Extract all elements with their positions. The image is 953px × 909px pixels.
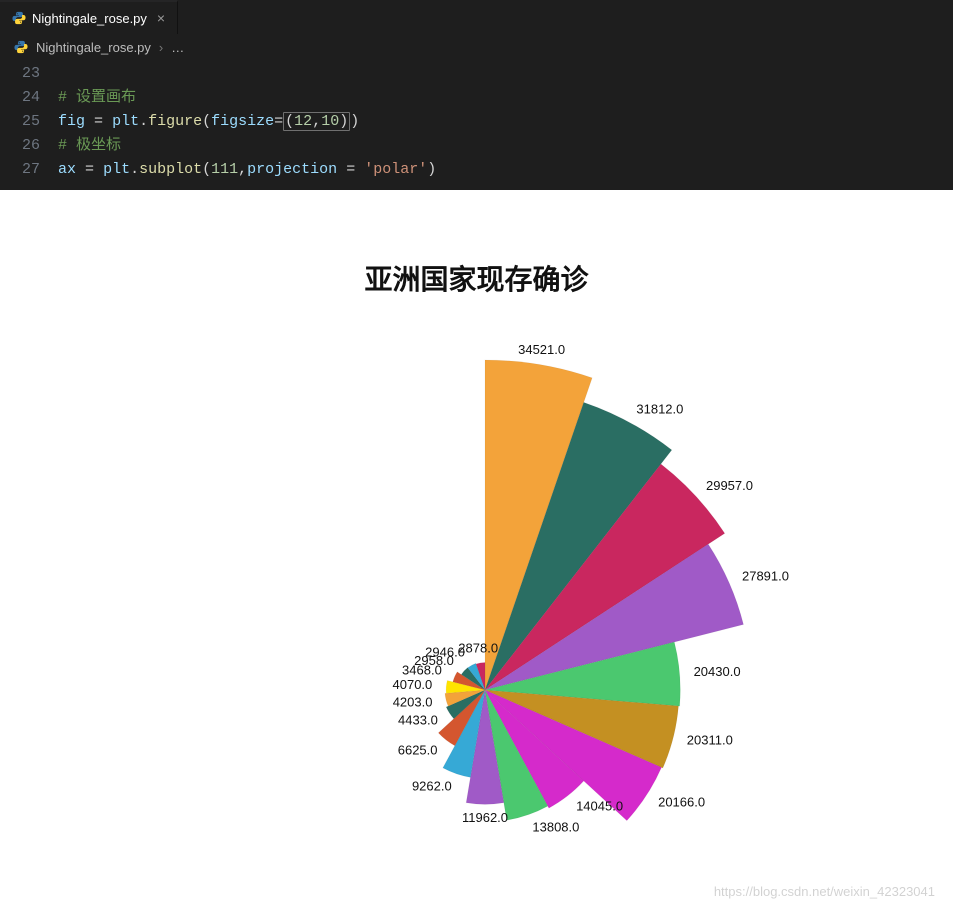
rose-wedge-label: 4203.0: [393, 695, 433, 710]
rose-wedge-label: 9262.0: [412, 778, 452, 793]
rose-wedge-label: 27891.0: [742, 569, 789, 584]
line-number: 24: [0, 86, 58, 110]
file-tab[interactable]: Nightingale_rose.py ×: [0, 0, 178, 34]
file-tab-label: Nightingale_rose.py: [32, 11, 147, 26]
line-number: 23: [0, 62, 58, 86]
breadcrumb-more[interactable]: …: [171, 40, 184, 55]
rose-wedge-label: 31812.0: [636, 402, 683, 417]
code-editor[interactable]: 2324# 设置画布25fig = plt.figure(figsize=(12…: [0, 60, 953, 190]
code-line[interactable]: # 极坐标: [58, 134, 121, 158]
rose-wedge-label: 14045.0: [576, 798, 623, 813]
rose-wedge-label: 34521.0: [518, 342, 565, 357]
rose-wedge-label: 20430.0: [694, 664, 741, 679]
code-line[interactable]: # 设置画布: [58, 86, 136, 110]
breadcrumb: Nightingale_rose.py › …: [0, 34, 953, 60]
watermark-text: https://blog.csdn.net/weixin_42323041: [714, 884, 935, 899]
chevron-right-icon: ›: [159, 40, 163, 55]
rose-wedge-label: 4070.0: [393, 677, 433, 692]
rose-wedge-label: 29957.0: [706, 478, 753, 493]
code-line[interactable]: fig = plt.figure(figsize=(12,10)): [58, 110, 359, 134]
rose-wedge-label: 11962.0: [462, 810, 508, 825]
rose-wedge-label: 2878.0: [458, 640, 498, 655]
line-number: 27: [0, 158, 58, 182]
tabbar-empty-area: [178, 0, 953, 34]
plot-output-pane: 亚洲国家现存确诊 34521.031812.029957.027891.0204…: [0, 190, 953, 909]
rose-wedge-label: 20311.0: [687, 733, 733, 748]
python-file-icon: [12, 11, 26, 25]
line-number: 25: [0, 110, 58, 134]
rose-wedge-label: 4433.0: [398, 712, 438, 727]
nightingale-rose-chart: 34521.0 31812.0 29957.0 27891.0 20430.0 20311…: [0, 190, 953, 909]
rose-wedge-label: 6625.0: [398, 742, 438, 757]
rose-wedge-label: 13808.0: [532, 820, 579, 835]
line-number: 26: [0, 134, 58, 158]
breadcrumb-file[interactable]: Nightingale_rose.py: [36, 40, 151, 55]
rose-wedge-label: 20166.0: [658, 795, 705, 810]
close-tab-icon[interactable]: ×: [157, 10, 165, 26]
editor-tabbar: Nightingale_rose.py ×: [0, 0, 953, 34]
python-file-icon: [14, 40, 28, 54]
code-line[interactable]: ax = plt.subplot(111,projection = 'polar…: [58, 158, 436, 182]
